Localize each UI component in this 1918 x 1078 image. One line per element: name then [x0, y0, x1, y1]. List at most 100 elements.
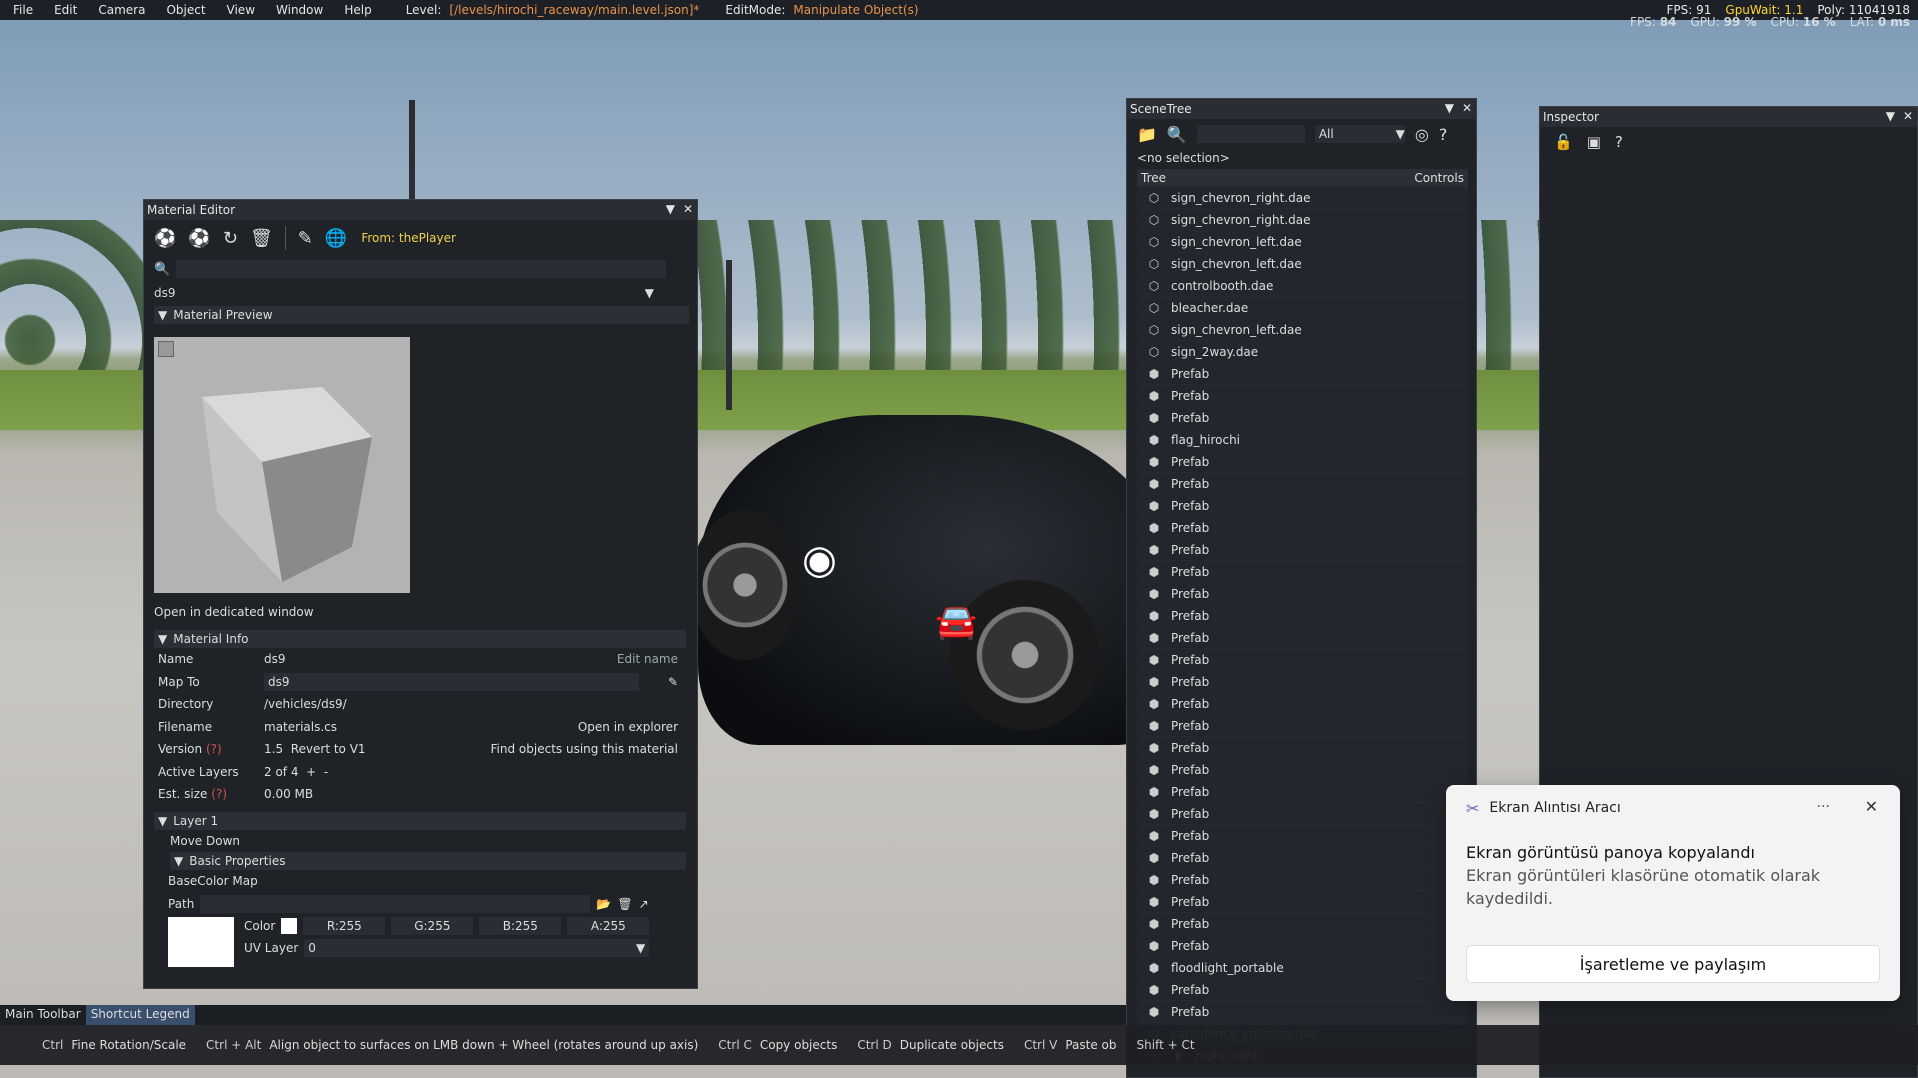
find-objects-button[interactable]: Find objects using this material — [491, 742, 678, 756]
globe-icon[interactable]: 🌐 — [325, 228, 347, 249]
tree-item[interactable]: ⬢ Prefab — [1137, 935, 1468, 957]
tree-item[interactable]: ⬢ flag_hirochi — [1137, 429, 1468, 451]
tree-item[interactable]: ⬢ Prefab — [1137, 495, 1468, 517]
material-preview-header[interactable]: ▼ Material Preview — [154, 306, 689, 324]
tree-item[interactable]: ⬢ Prefab — [1137, 781, 1468, 803]
material-search-input[interactable] — [176, 260, 667, 278]
tree-item[interactable]: ⬡ sign_chevron_left.dae — [1137, 231, 1468, 253]
add-layer-button[interactable]: + — [306, 765, 316, 779]
menu-file[interactable]: File — [0, 3, 41, 17]
menu-object[interactable]: Object — [153, 3, 213, 17]
refresh-icon[interactable]: ↻ — [223, 228, 238, 249]
path-input[interactable] — [200, 894, 591, 913]
help-icon[interactable]: ? — [1615, 133, 1623, 151]
red-channel-input[interactable]: R:255 — [303, 917, 386, 935]
open-dedicated-window-link[interactable]: Open in dedicated window — [154, 605, 314, 619]
tree-item[interactable]: ⬢ Prefab — [1137, 517, 1468, 539]
tree-item[interactable]: ⬢ floodlight_portable — [1137, 957, 1468, 979]
eyedropper-icon[interactable]: ✎ — [298, 228, 313, 249]
material-sphere-alt-icon[interactable]: ⚽ — [188, 228, 210, 249]
tree-item[interactable]: ⬢ Prefab — [1137, 869, 1468, 891]
scene-tree-titlebar[interactable]: SceneTree ▼ ✕ — [1127, 99, 1476, 119]
tree-item[interactable]: ⬢ Prefab — [1137, 979, 1468, 1001]
size-help-icon[interactable]: (?) — [211, 787, 227, 801]
remove-layer-button[interactable]: - — [324, 765, 328, 779]
folder-icon[interactable]: 📂 — [596, 897, 611, 911]
edit-name-button[interactable]: Edit name — [617, 652, 678, 666]
tree-item[interactable]: ⬢ Prefab — [1137, 385, 1468, 407]
tab-main-toolbar[interactable]: Main Toolbar — [0, 1005, 86, 1025]
tree-item[interactable]: ⬢ Prefab — [1137, 605, 1468, 627]
tree-item[interactable]: ⬢ Prefab — [1137, 627, 1468, 649]
menu-window[interactable]: Window — [263, 3, 331, 17]
menu-view[interactable]: View — [214, 3, 263, 17]
move-down-button[interactable]: Move Down — [170, 834, 240, 848]
tree-item[interactable]: ⬢ Prefab — [1137, 1001, 1468, 1023]
more-options-icon[interactable]: ··· — [1817, 799, 1830, 815]
tree-item[interactable]: ⬢ Prefab — [1137, 473, 1468, 495]
tree-item[interactable]: ⬢ Prefab — [1137, 539, 1468, 561]
tree-item[interactable]: ⬢ Prefab — [1137, 671, 1468, 693]
menu-edit[interactable]: Edit — [41, 3, 85, 17]
trash-icon[interactable]: 🗑 — [250, 228, 273, 249]
tree-item[interactable]: ⬢ Prefab — [1137, 363, 1468, 385]
tree-item[interactable]: ⬢ Prefab — [1137, 715, 1468, 737]
tree-item[interactable]: ⬡ sign_chevron_left.dae — [1137, 319, 1468, 341]
tree-item[interactable]: ⬡ bleacher.dae — [1137, 297, 1468, 319]
blue-channel-input[interactable]: B:255 — [479, 917, 562, 935]
add-folder-icon[interactable]: 📁 — [1137, 125, 1157, 144]
basic-properties-header[interactable]: ▼ Basic Properties — [170, 852, 686, 870]
vehicle-icon[interactable]: 🚘 — [935, 605, 977, 639]
tree-item[interactable]: ⬢ Prefab — [1137, 847, 1468, 869]
tree-item[interactable]: ⬢ Prefab — [1137, 913, 1468, 935]
material-preview-canvas[interactable] — [154, 337, 410, 593]
scene-filter-select[interactable]: All ▼ — [1314, 125, 1405, 143]
tree-item[interactable]: ⬡ sign_chevron_right.dae — [1137, 187, 1468, 209]
revert-button[interactable]: Revert to V1 — [291, 742, 366, 756]
alpha-channel-input[interactable]: A:255 — [567, 917, 650, 935]
menu-camera[interactable]: Camera — [85, 3, 153, 17]
tree-item[interactable]: ⬡ sign_2way.dae — [1137, 341, 1468, 363]
tree-item[interactable]: ⬢ Prefab — [1137, 693, 1468, 715]
material-select[interactable]: ds9 ▼ — [154, 284, 654, 302]
close-icon[interactable]: ✕ — [1903, 109, 1913, 123]
tree-item[interactable]: ⬢ Prefab — [1137, 825, 1468, 847]
close-icon[interactable]: ✕ — [683, 202, 693, 216]
preview-checkbox[interactable] — [158, 341, 174, 357]
scene-search-input[interactable] — [1196, 125, 1305, 143]
tree-item[interactable]: ⬡ sign_chevron_left.dae — [1137, 253, 1468, 275]
inspector-titlebar[interactable]: Inspector ▼ ✕ — [1540, 107, 1917, 127]
pencil-icon[interactable]: ✎ — [668, 675, 678, 689]
close-icon[interactable]: ✕ — [1462, 101, 1472, 115]
external-link-icon[interactable]: ↗ — [639, 897, 649, 911]
tree-item[interactable]: ⬢ Prefab — [1137, 803, 1468, 825]
tree-item[interactable]: ⬢ Prefab — [1137, 737, 1468, 759]
tree-item[interactable]: ⬢ Prefab — [1137, 649, 1468, 671]
green-channel-input[interactable]: G:255 — [391, 917, 474, 935]
material-info-header[interactable]: ▼ Material Info — [154, 630, 686, 648]
layer1-header[interactable]: ▼ Layer 1 — [154, 811, 686, 830]
player-icon[interactable]: ◉ — [802, 540, 837, 580]
tree-item[interactable]: ⬢ Prefab — [1137, 583, 1468, 605]
lock-icon[interactable]: 🔓 — [1554, 133, 1573, 151]
collapse-icon[interactable]: ▼ — [1886, 109, 1895, 123]
menu-help[interactable]: Help — [331, 3, 379, 17]
basecolor-swatch[interactable] — [168, 917, 234, 967]
tree-item[interactable]: ⬡ sign_chevron_right.dae — [1137, 209, 1468, 231]
tree-item[interactable]: ⬢ Prefab — [1137, 451, 1468, 473]
markup-share-button[interactable]: İşaretleme ve paylaşım — [1466, 945, 1880, 983]
collapse-icon[interactable]: ▼ — [1445, 101, 1454, 115]
close-icon[interactable]: ✕ — [1865, 797, 1878, 816]
version-help-icon[interactable]: (?) — [206, 742, 222, 756]
tree-item[interactable]: ⬡ controlbooth.dae — [1137, 275, 1468, 297]
mapto-input[interactable]: ds9 — [264, 672, 639, 691]
tree-item[interactable]: ⬢ Prefab — [1137, 561, 1468, 583]
delete-icon[interactable]: 🗑 — [617, 897, 632, 911]
wireless-icon[interactable]: ◎ — [1415, 125, 1429, 144]
tree-item[interactable]: ⬢ Prefab — [1137, 407, 1468, 429]
new-icon[interactable]: ▣ — [1587, 133, 1601, 151]
help-icon[interactable]: ? — [1439, 125, 1448, 144]
material-editor-titlebar[interactable]: Material Editor ▼ ✕ — [144, 200, 697, 220]
uv-layer-select[interactable]: 0 ▼ — [304, 939, 650, 957]
tree-item[interactable]: ⬢ Prefab — [1137, 891, 1468, 913]
